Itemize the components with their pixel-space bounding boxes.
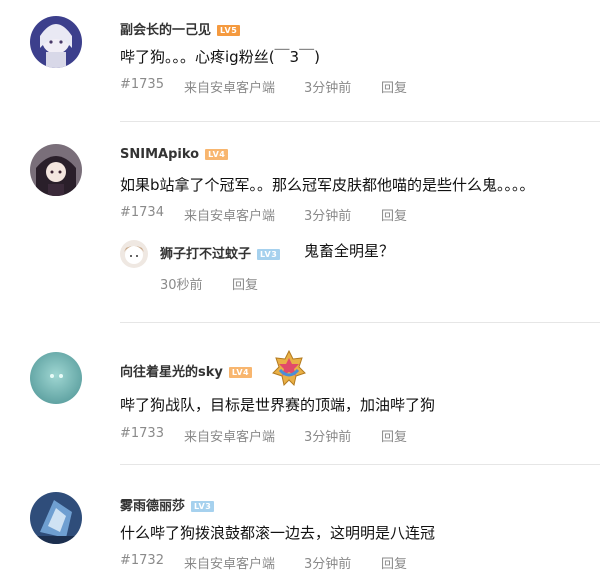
source-label: 来自安卓客户端 [184, 430, 276, 445]
divider [120, 121, 600, 122]
level-badge: LV3 [191, 501, 215, 512]
avatar[interactable] [30, 492, 82, 544]
timestamp: 3分钟前 [304, 209, 352, 224]
reply-username-text[interactable]: 狮子打不过蚊子 [160, 247, 251, 262]
username-text[interactable]: SNIMApiko [120, 147, 199, 162]
source-label: 来自安卓客户端 [184, 557, 276, 572]
reply-button[interactable]: 回复 [232, 274, 258, 293]
username-text[interactable]: 雾雨德丽莎 [120, 499, 185, 514]
source-label: 来自安卓客户端 [184, 209, 276, 224]
reply-avatar[interactable] [120, 240, 148, 268]
floor-number: #1732 [120, 553, 164, 568]
level-badge: LV4 [205, 149, 229, 160]
avatar[interactable] [30, 16, 82, 68]
floor-number: #1734 [120, 205, 164, 220]
avatar[interactable] [30, 352, 82, 404]
level-badge: LV3 [257, 249, 281, 260]
reply-text: 鬼畜全明星？ [304, 242, 395, 260]
medal-icon [272, 350, 306, 386]
reply-button[interactable]: 回复 [381, 553, 407, 572]
floor-number: #1735 [120, 77, 164, 92]
reply-timestamp: 30秒前 [160, 278, 203, 293]
timestamp: 3分钟前 [304, 81, 352, 96]
divider [120, 464, 600, 465]
floor-number: #1733 [120, 426, 164, 441]
source-label: 来自安卓客户端 [184, 81, 276, 96]
level-badge: LV5 [217, 25, 241, 36]
username[interactable]: 副会长的一己见 LV5 [120, 19, 241, 38]
username[interactable]: 雾雨德丽莎 LV3 [120, 495, 215, 514]
comment-text: 什么哔了狗拨浪鼓都滚一边去，这明明是八连冠 [120, 524, 436, 542]
level-badge: LV4 [228, 367, 253, 378]
username[interactable]: 向往着星光的sky LV4 [120, 361, 253, 380]
reply-button[interactable]: 回复 [381, 426, 407, 445]
reply-username[interactable]: 狮子打不过蚊子 LV3 [160, 243, 281, 262]
timestamp: 3分钟前 [304, 557, 352, 572]
divider [120, 322, 600, 323]
username[interactable]: SNIMApiko LV4 [120, 147, 229, 162]
avatar[interactable] [30, 144, 82, 196]
comment-text: 哔了狗。。。心疼ig粉丝(￣3￣) [120, 48, 320, 66]
comment-text: 哔了狗战队，目标是世界赛的顶端，加油哔了狗 [120, 396, 436, 414]
comment-text: 如果b站拿了个冠军。。那么冠军皮肤都他喵的是些什么鬼。。。。 [120, 176, 535, 194]
username-text[interactable]: 副会长的一己见 [120, 23, 211, 38]
username-text[interactable]: 向往着星光的sky [120, 365, 223, 380]
reply-button[interactable]: 回复 [381, 205, 407, 224]
timestamp: 3分钟前 [304, 430, 352, 445]
reply-button[interactable]: 回复 [381, 77, 407, 96]
